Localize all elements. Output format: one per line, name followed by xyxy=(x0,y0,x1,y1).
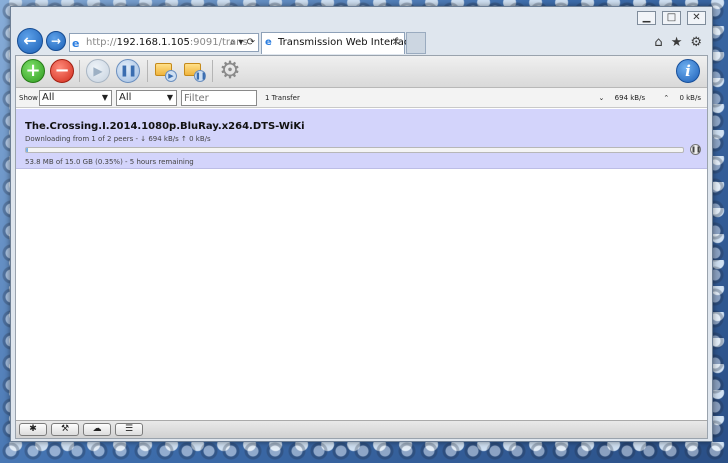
preferences-button[interactable]: ⚒ xyxy=(51,423,79,436)
show-label: Show xyxy=(19,94,38,102)
minimize-button[interactable]: ▁ xyxy=(637,11,656,25)
download-speed-value: 694 kB/s xyxy=(614,94,646,102)
pause-icon: ❚❚ xyxy=(691,146,702,153)
transfer-count: 1 Transfer xyxy=(265,94,300,102)
turtle-icon: ☁ xyxy=(92,424,102,434)
toolbar-separator xyxy=(147,60,148,82)
pause-icon: ❚❚ xyxy=(119,64,137,77)
address-prefix: http:// xyxy=(86,37,117,48)
info-icon: i xyxy=(685,62,691,80)
torrent-properties-button[interactable]: ⚙ xyxy=(217,58,243,84)
compact-view-button[interactable]: ☰ xyxy=(115,423,143,436)
browser-window: ▁ □ ✕ ← → e http://192.168.1.105:9091/tr… xyxy=(10,6,713,442)
back-button[interactable]: ← xyxy=(17,28,43,54)
remove-torrent-button[interactable]: − xyxy=(50,59,74,83)
tracker-filter-value: All xyxy=(119,92,132,103)
address-host: 192.168.1.105 xyxy=(116,37,190,48)
address-bar[interactable]: e http://192.168.1.105:9091/trans ⌕ ▾ ⟳ xyxy=(69,33,259,52)
chevron-down-icon: ▼ xyxy=(101,93,108,102)
filter-bar: Show All ▼ All ▼ 1 Transfer ⌄ 694 kB/s ⌃… xyxy=(16,88,707,108)
toolbar-separator xyxy=(212,60,213,82)
toolbar-separator xyxy=(79,60,80,82)
browser-icons: ⌂ ★ ⚙ xyxy=(654,35,702,50)
close-button[interactable]: ✕ xyxy=(687,11,706,25)
gear-icon[interactable]: ⚙ xyxy=(690,35,702,50)
start-button[interactable]: ▶ xyxy=(86,59,110,83)
ie-icon: e xyxy=(265,37,272,48)
torrent-progress-text: 53.8 MB of 15.0 GB (0.35%) - 5 hours rem… xyxy=(25,158,194,166)
ie-icon: e xyxy=(72,37,80,50)
torrent-progress-bar xyxy=(25,147,684,153)
home-icon[interactable]: ⌂ xyxy=(654,35,662,50)
torrent-name: The.Crossing.I.2014.1080p.BluRay.x264.DT… xyxy=(25,121,305,132)
pause-all-button[interactable]: ❚❚ xyxy=(184,60,207,82)
window-controls: ▁ □ ✕ xyxy=(637,11,706,25)
state-filter-value: All xyxy=(42,92,55,103)
turtle-mode-button[interactable]: ☁ xyxy=(83,423,111,436)
torrent-pause-button[interactable]: ❚❚ xyxy=(690,144,701,155)
arrow-left-icon: ← xyxy=(23,31,37,50)
filter-input[interactable] xyxy=(181,90,257,106)
wrench-icon: ⚒ xyxy=(60,424,70,434)
maximize-button[interactable]: □ xyxy=(662,11,681,25)
pause-icon: ❚❚ xyxy=(194,70,207,82)
torrent-progress-fill xyxy=(26,148,29,152)
download-arrow-icon: ⌄ xyxy=(598,94,605,102)
download-speed: ⌄ 694 kB/s xyxy=(591,94,646,102)
toolbar: + − ▶ ❚❚ ▶ ❚❚ ⚙ i xyxy=(16,56,707,88)
torrent-row[interactable]: The.Crossing.I.2014.1080p.BluRay.x264.DT… xyxy=(16,109,707,169)
settings-icon: ✱ xyxy=(29,424,37,434)
state-filter-select[interactable]: All ▼ xyxy=(39,90,112,106)
upload-arrow-icon: ⌃ xyxy=(663,94,670,102)
speed-totals: ⌄ 694 kB/s ⌃ 0 kB/s xyxy=(583,94,701,102)
gear-icon: ⚙ xyxy=(219,56,241,84)
chevron-down-icon: ▼ xyxy=(166,93,173,102)
start-all-button[interactable]: ▶ xyxy=(155,60,177,82)
play-icon: ▶ xyxy=(165,70,177,82)
torrent-peers: Downloading from 1 of 2 peers - ↓ 694 kB… xyxy=(25,135,211,143)
upload-speed: ⌃ 0 kB/s xyxy=(655,94,701,102)
upload-speed-value: 0 kB/s xyxy=(679,94,701,102)
new-tab-button[interactable] xyxy=(406,32,426,54)
tab-close-icon[interactable]: ✕ xyxy=(392,33,400,53)
play-icon: ▶ xyxy=(93,64,103,78)
status-bar: ✱ ⚒ ☁ ☰ xyxy=(16,420,707,438)
transmission-page: + − ▶ ❚❚ ▶ ❚❚ ⚙ i Show All ▼ All ▼ Filte… xyxy=(15,55,708,439)
tab-transmission[interactable]: e Transmission Web Interface ✕ xyxy=(261,32,416,54)
settings-button[interactable]: ✱ xyxy=(19,423,47,436)
add-torrent-button[interactable]: + xyxy=(21,59,45,83)
address-tools[interactable]: ⌕ ▾ ⟳ xyxy=(230,34,255,51)
forward-button[interactable]: → xyxy=(46,31,66,51)
pause-button[interactable]: ❚❚ xyxy=(116,59,140,83)
star-icon[interactable]: ★ xyxy=(671,35,683,50)
minus-icon: − xyxy=(54,60,70,81)
plus-icon: + xyxy=(25,60,41,81)
inspector-button[interactable]: i xyxy=(676,59,700,83)
arrow-right-icon: → xyxy=(50,34,62,48)
list-icon: ☰ xyxy=(124,424,134,434)
tracker-filter-select[interactable]: All ▼ xyxy=(116,90,177,106)
